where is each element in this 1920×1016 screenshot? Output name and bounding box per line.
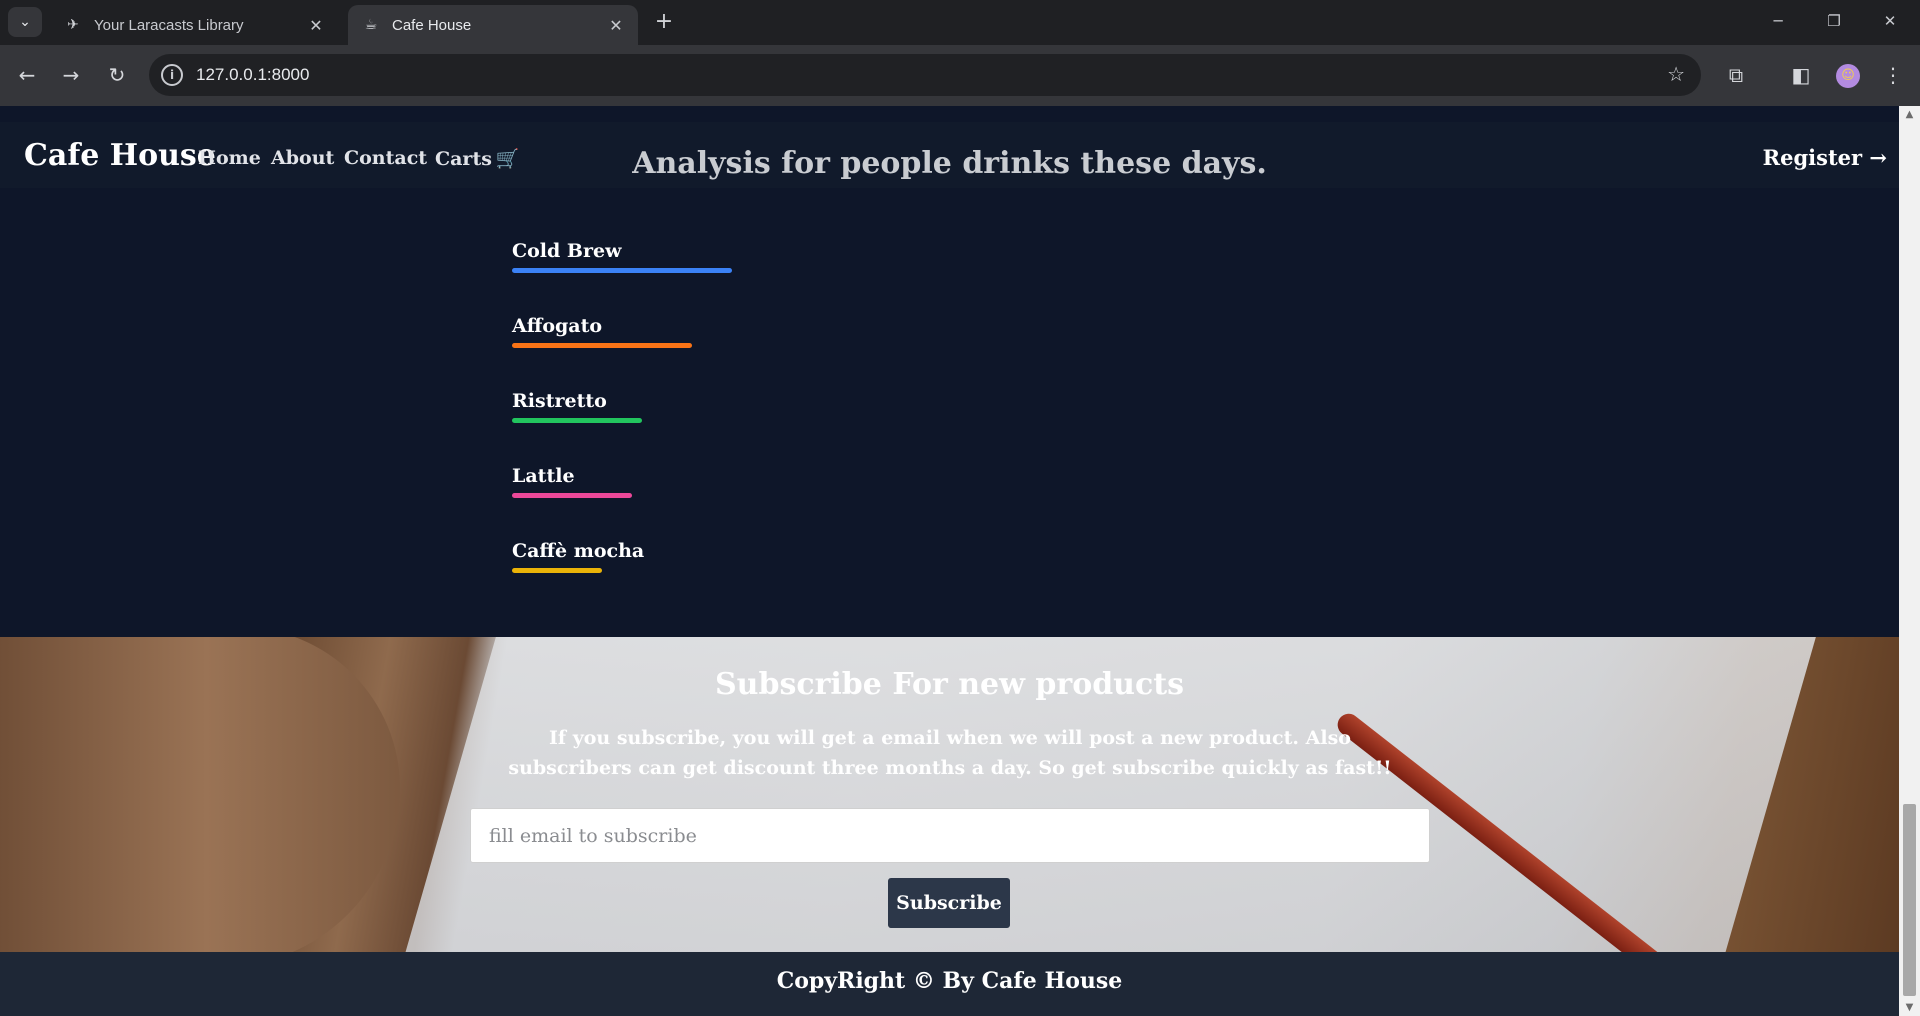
analysis-title: Analysis for people drinks these days.: [632, 146, 1267, 181]
close-tab-icon[interactable]: ✕: [302, 16, 330, 35]
drink-item: Cold Brew: [512, 240, 732, 273]
scroll-up-arrow-icon[interactable]: ▲: [1899, 106, 1920, 123]
scroll-down-arrow-icon[interactable]: ▼: [1899, 999, 1920, 1016]
back-arrow-icon[interactable]: ←: [10, 58, 44, 92]
subscribe-title: Subscribe For new products: [715, 667, 1184, 702]
subscribe-button[interactable]: Subscribe: [888, 878, 1010, 928]
window-close-icon[interactable]: ✕: [1862, 4, 1918, 38]
browser-menu-icon[interactable]: ⋮: [1876, 58, 1910, 92]
drink-label: Affogato: [512, 315, 603, 337]
tab-list-chevron-icon[interactable]: ⌄: [8, 7, 42, 37]
email-subscribe-input[interactable]: [470, 808, 1430, 863]
drink-item: Ristretto: [512, 390, 642, 423]
drink-item: Lattle: [512, 465, 632, 498]
browser-toolbar: ← → ↻ i 127.0.0.1:8000 ☆ ⧉ ◧ ☺ ⋮: [0, 45, 1920, 106]
tab-title: Cafe House: [392, 16, 472, 34]
site-footer: CopyRight © By Cafe House: [0, 952, 1899, 1016]
profile-avatar-icon[interactable]: ☺: [1836, 64, 1860, 88]
side-panel-icon[interactable]: ◧: [1784, 58, 1818, 92]
address-bar[interactable]: i 127.0.0.1:8000 ☆: [149, 54, 1701, 96]
forward-arrow-icon[interactable]: →: [54, 58, 88, 92]
subscribe-section: Subscribe For new products If you subscr…: [0, 637, 1899, 952]
site-info-icon[interactable]: i: [161, 64, 183, 86]
reload-icon[interactable]: ↻: [100, 58, 134, 92]
drink-progress-bar: [512, 568, 602, 573]
tab-cafe-house[interactable]: ☕ Cafe House ✕: [348, 5, 638, 45]
drink-item: Caffè mocha: [512, 540, 644, 573]
drink-progress-bar: [512, 493, 632, 498]
drink-progress-bar: [512, 268, 732, 273]
close-tab-icon[interactable]: ✕: [602, 16, 630, 35]
extensions-icon[interactable]: ⧉: [1719, 58, 1753, 92]
bookmark-star-icon[interactable]: ☆: [1667, 62, 1685, 86]
tab-title: Your Laracasts Library: [94, 16, 244, 34]
url-text[interactable]: 127.0.0.1:8000: [196, 65, 309, 85]
tab-laracasts[interactable]: ✈ Your Laracasts Library ✕: [50, 5, 338, 45]
drink-progress-bar: [512, 418, 642, 423]
browser-tab-bar: ⌄ ✈ Your Laracasts Library ✕ ☕ Cafe Hous…: [0, 0, 1920, 45]
cafe-icon: ☕: [364, 17, 378, 33]
copyright-text: CopyRight © By Cafe House: [776, 968, 1123, 994]
page-viewport: Cafe House Home About Contact Carts 🛒 Reg…: [0, 106, 1899, 1016]
minimize-icon[interactable]: ─: [1750, 4, 1806, 38]
new-tab-plus-icon[interactable]: +: [650, 8, 678, 36]
drink-label: Caffè mocha: [512, 540, 645, 562]
laracasts-icon: ✈: [67, 17, 79, 33]
scrollbar-thumb[interactable]: [1903, 804, 1916, 996]
restore-icon[interactable]: ❐: [1806, 4, 1862, 38]
drink-item: Affogato: [512, 315, 692, 348]
drink-label: Ristretto: [512, 390, 607, 412]
drink-label: Lattle: [512, 465, 575, 487]
drink-progress-bar: [512, 343, 692, 348]
drink-label: Cold Brew: [512, 240, 622, 262]
page-scrollbar[interactable]: ▲ ▼: [1899, 106, 1920, 1016]
subscribe-description: If you subscribe, you will get a email w…: [508, 727, 1392, 779]
